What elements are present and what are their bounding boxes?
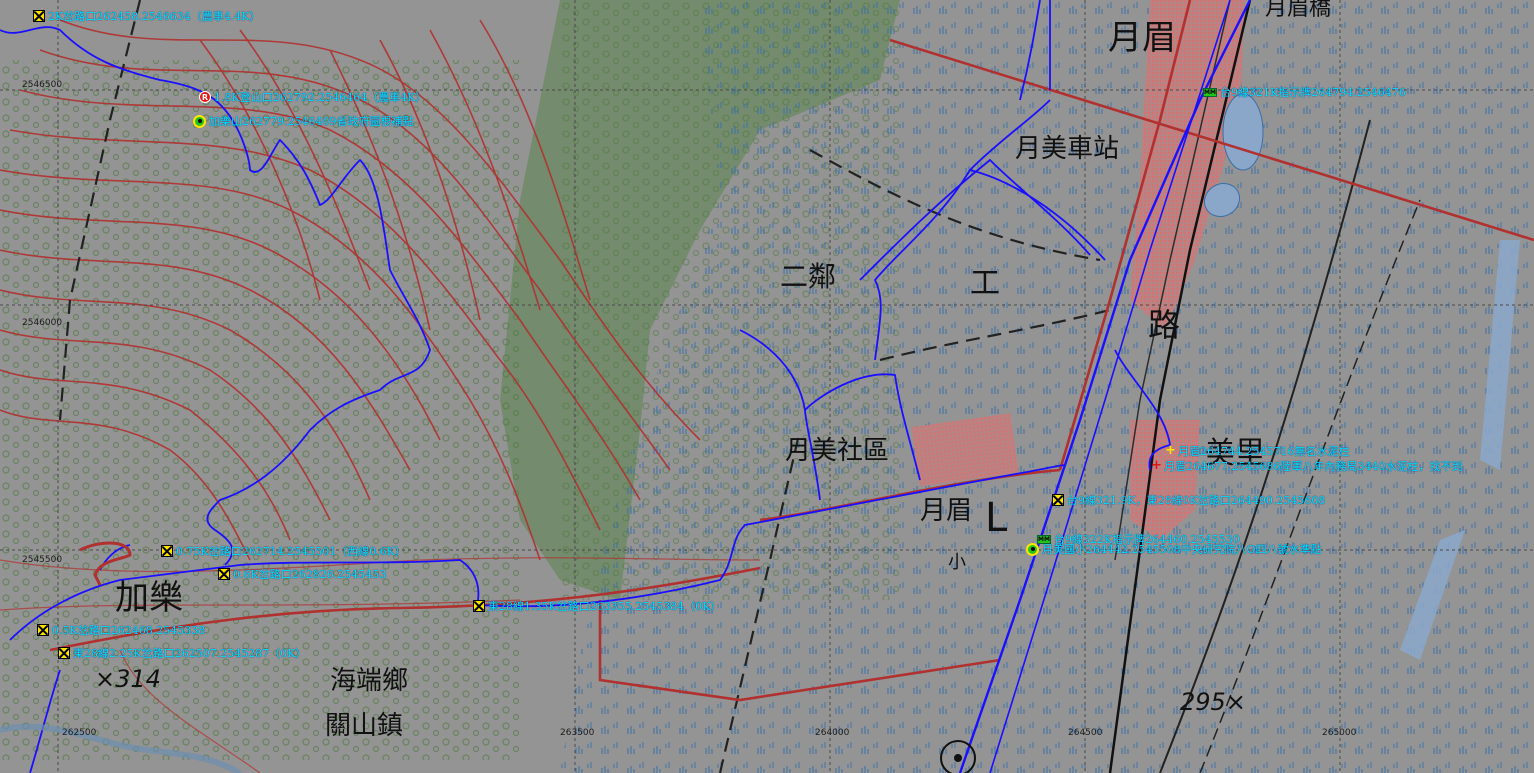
waypoint[interactable]: 0.6K岔路口262826.2545453 (218, 566, 386, 582)
grid-x-265000: 265000 (1322, 728, 1357, 738)
place-yuemeiqiao: 月眉橋 (1265, 0, 1332, 21)
trailhead-r-icon: R (199, 91, 211, 103)
waypoint-label: 0.5K岔路口262468.2545338 (52, 624, 206, 637)
waypoint[interactable]: 2K岔路口262458.2546634（農車4.4K） (33, 8, 260, 24)
grid-x-263500: 263500 (560, 728, 595, 738)
elevation-314: ×314 (95, 665, 161, 693)
waypoint-label: 0.6K岔路口262826.2545453 (233, 568, 387, 581)
waypoint-label: 2K岔路口262458.2546634（農車4.4K） (48, 10, 261, 23)
elevation-295: 295× (1180, 688, 1246, 716)
waypoint[interactable]: 月美國小264442.2545508中央研究院八O四八號水準點 (1026, 541, 1322, 557)
grid-x-264500: 264500 (1068, 728, 1103, 738)
junction-x-icon (161, 545, 173, 557)
summit-target-icon (193, 114, 206, 128)
waypoint[interactable]: MM 台9線321K指示牌264794.2546476 (1203, 84, 1406, 100)
missing-marker-plus-icon: + (1151, 458, 1162, 473)
survey-marker-plus-icon: + (1165, 443, 1176, 458)
place-haiduan: 海端鄉 (330, 666, 409, 696)
grid-y-2546000: 2546000 (22, 318, 63, 328)
grid-y-2545500: 2545500 (22, 555, 63, 565)
grid-y-2546500: 2546500 (22, 80, 63, 90)
junction-x-icon (218, 568, 230, 580)
waypoint[interactable]: 台9線321.9K，東28線0K岔路口264490.2545608 (1052, 492, 1325, 508)
benchmark-target-icon (1026, 542, 1039, 556)
waypoint-label: 東28線2.25K岔路口262507.2545287（0K） (73, 647, 307, 660)
junction-x-icon (473, 600, 485, 612)
junction-x-icon (37, 624, 49, 636)
grid-x-264000: 264000 (815, 728, 850, 738)
waypoint-label: 台9線321.9K，東28線0K岔路口264490.2545608 (1067, 494, 1326, 507)
waypoint-label: 0.75K岔路口262714.2545501（西線0.6K） (176, 545, 406, 558)
waypoint[interactable]: 東28線2.25K岔路口262507.2545287（0K） (58, 645, 306, 661)
waypoint[interactable]: R 1.8K登山口262792.2546464（農車4K） (199, 89, 426, 105)
milepost-mm-icon: MM (1203, 87, 1217, 97)
grid-x-262500: 262500 (62, 728, 97, 738)
place-school-xiao: 小 (948, 552, 966, 573)
place-yuemei: 月眉 (1108, 18, 1176, 58)
place-erlin: 二鄰 (780, 260, 837, 293)
waypoint-label: 1.8K登山口262792.2546464（農車4K） (214, 91, 427, 104)
topographic-map[interactable]: 月眉 月美車站 二鄰 工 路 月美社區 月眉 L 加樂 海端鄉 關山鎮 ×314… (0, 0, 1534, 773)
place-guanshan: 關山鎮 (325, 711, 404, 741)
place-yuemei-community: 月美社區 (785, 436, 890, 466)
waypoint[interactable]: 0.5K岔路口262468.2545338 (37, 622, 205, 638)
waypoint[interactable]: 東28線1.35K岔路口263355.2545384（0K） (473, 598, 721, 614)
waypoint[interactable]: 加樂山262779.2546409省政府圖根補點 (193, 113, 413, 129)
waypoint[interactable]: 0.75K岔路口262714.2545501（西線0.6K） (161, 543, 406, 559)
place-l-mark: L (985, 495, 1008, 541)
place-jiale: 加樂 (115, 578, 183, 618)
junction-x-icon (1052, 494, 1064, 506)
waypoint-label: 月美國小264442.2545508中央研究院八O四八號水準點 (1042, 543, 1322, 556)
place-yuemei-village: 月眉 (920, 496, 973, 526)
waypoint[interactable]: + 月眉264744.2545716無名水泥柱 (1165, 443, 1349, 459)
waypoint-label: 東28線1.35K岔路口263355.2545384（0K） (488, 600, 722, 613)
place-gong: 工 (970, 266, 1000, 301)
waypoint-label: 台9線321K指示牌264794.2546476 (1220, 86, 1406, 99)
waypoint[interactable]: + 月眉264677.2545686陸軍八年內務局3440水泥柱，找不到 (1151, 458, 1462, 474)
place-lu: 路 (1148, 306, 1181, 344)
junction-x-icon (58, 647, 70, 659)
waypoint-label: 月眉264744.2545716無名水泥柱 (1178, 445, 1350, 458)
junction-x-icon (33, 10, 45, 22)
waypoint-label: 加樂山262779.2546409省政府圖根補點 (209, 115, 414, 128)
waypoint-label: 月眉264677.2545686陸軍八年內務局3440水泥柱，找不到 (1164, 460, 1463, 473)
place-yuemei-station: 月美車站 (1015, 134, 1120, 164)
